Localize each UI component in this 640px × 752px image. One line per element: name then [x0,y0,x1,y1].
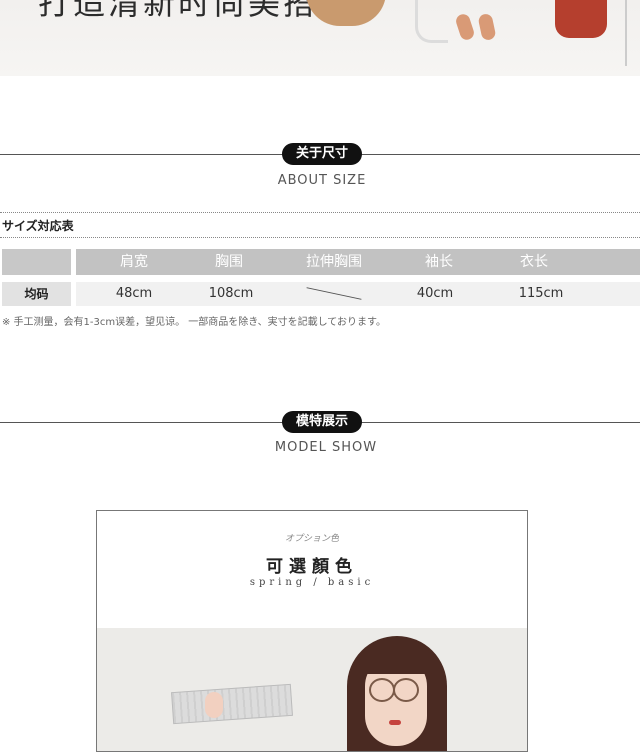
shoe-image [477,12,497,42]
table-header: 肩宽 胸围 拉伸胸围 袖长 衣长 [76,249,640,275]
column-header: 袖长 [425,254,453,270]
table-header-corner [2,249,71,275]
glasses-lens [369,678,395,702]
dotted-divider [0,212,640,213]
model-show-heading: 模特展示 [281,411,363,433]
table-cell: 40cm [416,286,454,301]
table-row: 48cm 108cm 40cm 115cm [76,282,640,306]
bag-image [555,0,607,38]
column-header: 肩宽 [120,254,148,270]
model-card: オプション色 可選顏色 spring / basic [96,510,528,752]
column-header: 拉伸胸围 [306,254,362,270]
column-header: 衣长 [520,254,548,270]
empty-cell-dash [306,287,362,300]
table-cell: 115cm [518,286,564,301]
model-bangs [359,640,435,674]
lamp-image [415,0,448,43]
card-small-text: オプション色 [284,534,339,544]
banner-text: 打造清新时尚美搭 [38,0,319,22]
newspaper-image [171,683,293,725]
card-subtitle: spring / basic [249,577,375,588]
row-label: 均码 [2,282,71,306]
about-size-subheading: ABOUT SIZE [277,173,367,188]
rack-pole [625,0,627,66]
shoe-image [454,12,476,42]
card-title: 可選顏色 [266,557,358,577]
model-lips [389,720,401,725]
table-cell: 48cm [115,286,153,301]
table-cell: 108cm [208,286,254,301]
column-header: 胸围 [215,254,243,270]
size-table-title: サイズ対応表 [2,219,74,233]
model-hand [205,692,223,718]
about-size-heading: 关于尺寸 [281,143,363,165]
top-banner: 打造清新时尚美搭 [0,0,640,76]
model-show-subheading: MODEL SHOW [274,440,378,455]
measurement-note: ※ 手工测量，会有1-3cm误差，望见谅。 一部商品を除き、実寸を記載しておりま… [2,317,387,328]
dotted-divider [0,237,640,238]
glasses-lens [393,678,419,702]
